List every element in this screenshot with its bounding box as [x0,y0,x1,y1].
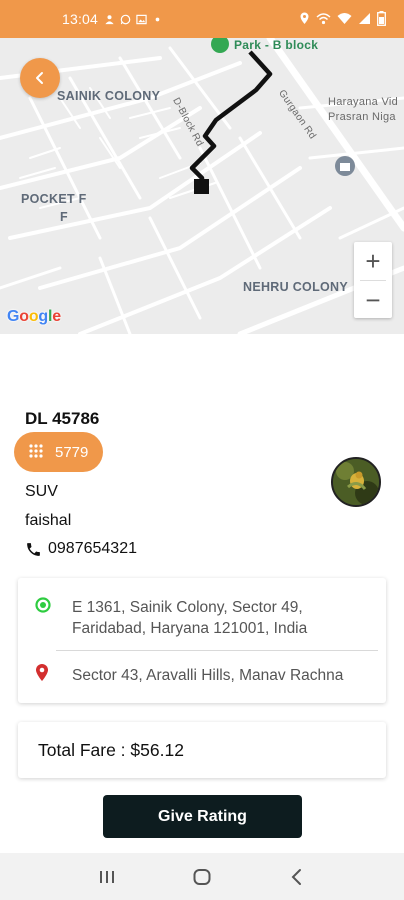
status-time: 13:04 [62,11,99,27]
drop-address: Sector 43, Aravalli Hills, Manav Rachna [72,667,344,684]
total-fare: Total Fare : $56.12 [38,739,184,760]
vehicle-number: DL 45786 [25,409,100,428]
vehicle-type: SUV [25,483,58,500]
zoom-in-button[interactable]: + [354,242,392,280]
status-left: 13:04 [62,11,163,27]
google-letter: o [19,308,29,325]
notification-icons [104,14,163,25]
zoom-controls: + − [354,242,392,318]
map-label-haryana-1: Harayana Vid [328,96,399,108]
location-icon [300,12,309,24]
driver-name: faishal [25,512,72,529]
otp-value: 5779 [55,443,89,461]
drop-location-icon [36,664,48,681]
dialpad-icon [29,444,43,458]
map-label-pocket-f: POCKET F [21,192,87,206]
back-arrow-icon [291,868,301,885]
recent-apps-button[interactable] [87,857,127,897]
map-label-sainik-colony: SAINIK COLONY [57,89,161,103]
battery-icon [377,11,386,26]
phone-row[interactable]: 0987654321 [25,540,137,558]
home-icon [193,868,211,885]
google-logo: Google [7,308,61,326]
signal-icon [359,13,370,24]
map-label-park: Park - B block [234,38,319,52]
zoom-out-button[interactable]: − [354,281,392,319]
pickup-location-icon [35,597,51,613]
home-button[interactable] [182,857,222,897]
fare-card: Total Fare : $56.12 [18,722,386,778]
route-divider [56,650,378,651]
gallery-icon [136,14,147,24]
drop-marker [194,179,209,194]
back-nav-button[interactable] [277,857,317,897]
recent-apps-icon [100,870,115,883]
phone-icon [27,542,40,556]
whatsapp-icon [120,14,131,24]
phone-number: 0987654321 [48,540,137,557]
wifi-icon [337,13,352,24]
status-bar: 13:04 [0,0,404,38]
map-label-pocket-f-2: F [60,210,68,224]
route-card: E 1361, Sainik Colony, Sector 49, Farida… [18,578,386,703]
system-icons [299,11,386,26]
google-letter: G [7,308,20,325]
google-letter: o [28,308,39,325]
dot-icon [155,17,160,21]
wifi-calling-icon [316,13,331,25]
driver-avatar [331,457,381,507]
person-alert-icon [105,14,114,24]
give-rating-button[interactable]: Give Rating [103,795,302,838]
pickup-address: E 1361, Sainik Colony, Sector 49, Farida… [72,599,308,637]
chevron-left-icon [36,72,43,84]
map-label-nehru-colony: NEHRU COLONY [243,280,348,294]
map-label-haryana-2: Prasran Niga [328,111,396,123]
avatar-image [333,459,379,505]
map-view[interactable]: SAINIK COLONY POCKET F F NEHRU COLONY Pa… [0,38,404,334]
google-letter: g [38,308,48,325]
back-button[interactable] [20,58,60,98]
system-nav-bar [0,853,404,900]
otp-badge: 5779 [14,432,103,472]
google-letter: e [52,308,61,325]
park-pin [211,38,229,53]
